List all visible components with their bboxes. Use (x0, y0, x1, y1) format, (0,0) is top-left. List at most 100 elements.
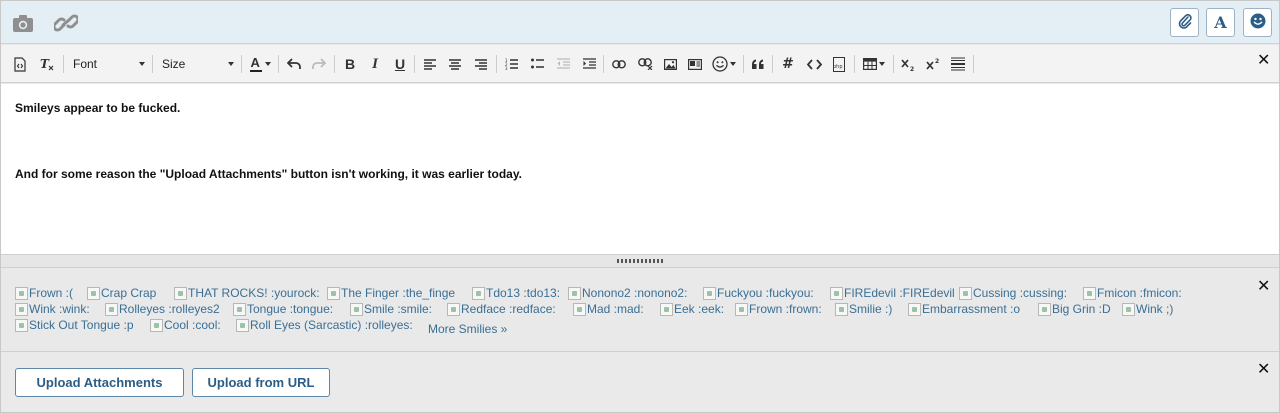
toolbar-separator (893, 55, 894, 73)
font-select[interactable]: Font (73, 54, 145, 74)
smilie-item[interactable]: Stick Out Tongue :p (15, 317, 134, 333)
numbered-list-icon[interactable]: 123 (503, 54, 519, 74)
size-select[interactable]: Size (162, 54, 234, 74)
smilie-item[interactable]: Smile :smile: (350, 301, 432, 317)
italic-button[interactable]: I (367, 54, 383, 74)
text-color-button[interactable]: A (248, 54, 272, 74)
smilies-close-icon[interactable]: ✕ (1257, 276, 1270, 295)
svg-text:3: 3 (505, 66, 508, 70)
code-icon[interactable] (805, 54, 823, 74)
outdent-icon[interactable] (555, 54, 571, 74)
horizontal-line-icon[interactable] (950, 54, 966, 74)
smilie-item[interactable]: Big Grin :D (1038, 301, 1111, 317)
attach-button[interactable] (1170, 8, 1199, 37)
smilie-item[interactable]: Eek :eek: (660, 301, 724, 317)
smilie-item[interactable]: FIREdevil :FIREdevil (830, 285, 955, 301)
upload-attachments-button[interactable]: Upload Attachments (15, 368, 184, 397)
smilie-item[interactable]: Embarrassment :o (908, 301, 1020, 317)
align-left-icon[interactable] (422, 54, 438, 74)
broken-image-icon (150, 318, 163, 332)
toolbar-close-icon[interactable]: ✕ (1257, 50, 1270, 69)
insert-media-icon[interactable] (687, 54, 703, 74)
size-select-label: Size (162, 57, 186, 71)
resize-grip-icon[interactable] (617, 259, 663, 263)
toolbar-separator (772, 55, 773, 73)
letter-a-icon: A (1214, 13, 1227, 32)
insert-link-icon[interactable] (611, 54, 627, 74)
smilie-item[interactable]: Redface :redface: (447, 301, 556, 317)
smilie-item[interactable]: Mad :mad: (573, 301, 644, 317)
smilie-item[interactable]: Fuckyou :fuckyou: (703, 285, 814, 301)
chevron-down-icon (264, 62, 271, 66)
subscript-icon[interactable]: 2 (899, 54, 917, 74)
align-center-icon[interactable] (447, 54, 463, 74)
smilie-item[interactable]: The Finger :the_finge (327, 285, 455, 301)
broken-image-icon (830, 286, 843, 300)
bullet-list-icon[interactable] (529, 54, 545, 74)
insert-smiley-icon[interactable] (711, 54, 737, 74)
more-smilies-link[interactable]: More Smilies » (428, 322, 507, 336)
broken-image-icon (105, 302, 118, 316)
broken-image-icon (568, 286, 581, 300)
bold-button[interactable]: B (342, 54, 358, 74)
quote-icon[interactable] (750, 54, 766, 74)
broken-image-icon (1122, 302, 1135, 316)
camera-icon[interactable] (11, 12, 35, 34)
font-style-button[interactable]: A (1206, 8, 1235, 37)
link-icon[interactable] (54, 12, 78, 34)
upload-from-url-button[interactable]: Upload from URL (192, 368, 330, 397)
remove-format-icon[interactable]: T (38, 54, 56, 74)
smilies-panel: ✕ Frown :( Crap Crap THAT ROCKS! :youroc… (1, 269, 1279, 352)
broken-image-icon (327, 286, 340, 300)
smilie-item[interactable]: Nonono2 :nonono2: (568, 285, 687, 301)
smilie-item[interactable]: Smilie :) (835, 301, 892, 317)
toolbar-separator (63, 55, 64, 73)
toolbar-separator (496, 55, 497, 73)
smilie-item[interactable]: Frown :frown: (735, 301, 822, 317)
smilie-item[interactable]: Rolleyes :rolleyes2 (105, 301, 220, 317)
smilie-item[interactable]: Tdo13 :tdo13: (472, 285, 560, 301)
toolbar-separator (334, 55, 335, 73)
broken-image-icon (959, 286, 972, 300)
broken-image-icon (1038, 302, 1051, 316)
indent-icon[interactable] (581, 54, 597, 74)
chevron-down-icon (878, 62, 885, 66)
chevron-down-icon (228, 62, 234, 66)
editor-resize-bar[interactable] (1, 254, 1279, 268)
broken-image-icon (660, 302, 673, 316)
insert-table-icon[interactable] (860, 54, 887, 74)
align-right-icon[interactable] (473, 54, 489, 74)
php-code-icon[interactable]: php (831, 54, 847, 74)
undo-icon[interactable] (285, 54, 303, 74)
insert-image-icon[interactable] (662, 54, 678, 74)
smilie-item[interactable]: Fmicon :fmicon: (1083, 285, 1182, 301)
smilie-item[interactable]: Cool :cool: (150, 317, 221, 333)
superscript-icon[interactable]: 2 (924, 54, 942, 74)
smilie-item[interactable]: Tongue :tongue: (233, 301, 333, 317)
attachments-close-icon[interactable]: ✕ (1257, 359, 1270, 378)
top-bar: A (1, 1, 1279, 44)
smiley-icon (1250, 13, 1266, 33)
source-code-icon[interactable] (12, 54, 28, 74)
broken-image-icon (908, 302, 921, 316)
unlink-icon[interactable] (637, 54, 653, 74)
smilie-item[interactable]: Crap Crap (87, 285, 156, 301)
toolbar-separator (152, 55, 153, 73)
redo-icon[interactable] (310, 54, 328, 74)
smilie-item[interactable]: Wink :wink: (15, 301, 90, 317)
svg-text:2: 2 (910, 66, 914, 71)
toolbar-separator (414, 55, 415, 73)
toolbar-separator (743, 55, 744, 73)
broken-image-icon (236, 318, 249, 332)
smilie-item[interactable]: THAT ROCKS! :yourock: (174, 285, 320, 301)
smiley-button[interactable] (1243, 8, 1272, 37)
smilie-item[interactable]: Roll Eyes (Sarcastic) :rolleyes: (236, 317, 413, 333)
smilie-item[interactable]: Cussing :cussing: (959, 285, 1067, 301)
editor-content[interactable]: Smileys appear to be fucked. And for som… (1, 84, 1279, 254)
broken-image-icon (447, 302, 460, 316)
smilie-item[interactable]: Frown :( (15, 285, 73, 301)
smilie-item[interactable]: Wink ;) (1122, 301, 1173, 317)
hashtag-button[interactable]: # (780, 54, 796, 74)
broken-image-icon (573, 302, 586, 316)
underline-button[interactable]: U (392, 54, 408, 74)
